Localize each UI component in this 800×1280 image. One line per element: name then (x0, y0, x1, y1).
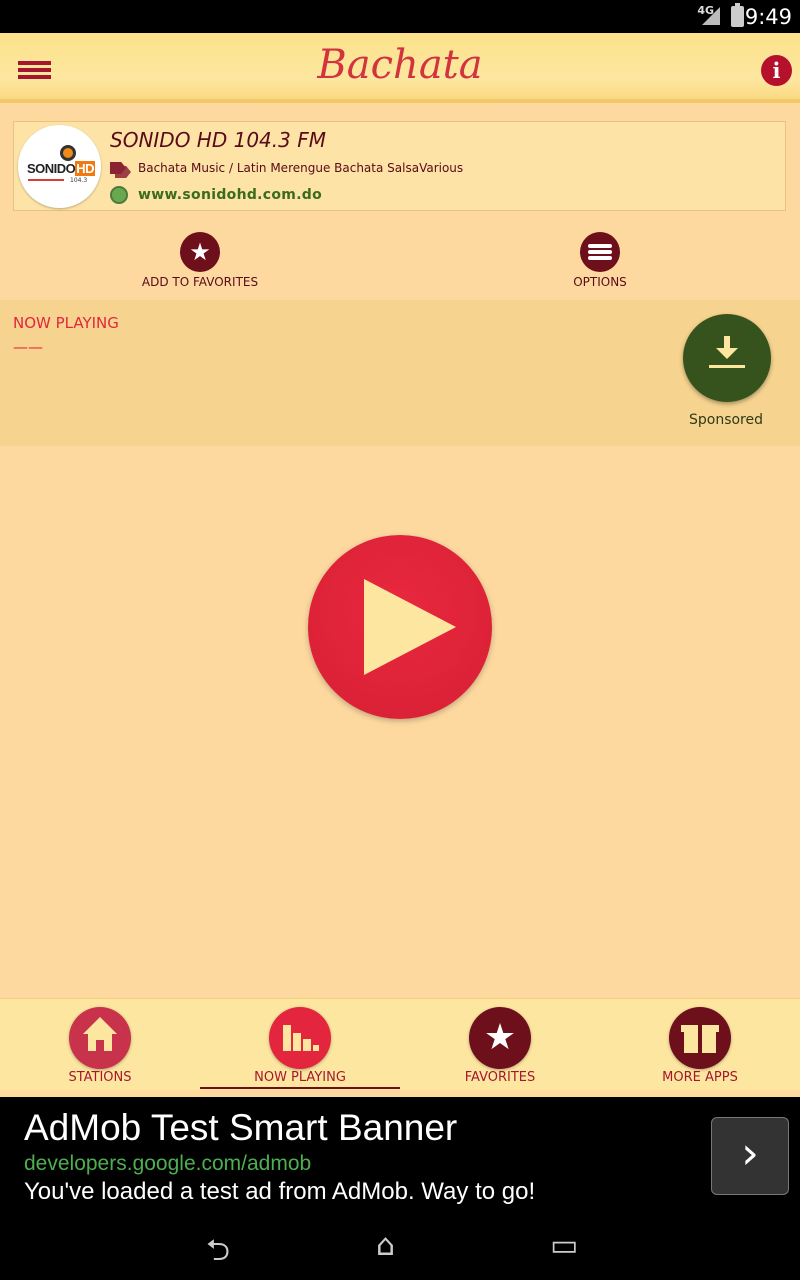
globe-icon (110, 186, 128, 204)
equalizer-icon (269, 1007, 331, 1069)
star-icon: ★ (469, 1007, 531, 1069)
now-playing-track: —— (13, 338, 43, 356)
ad-title: AdMob Test Smart Banner (24, 1107, 458, 1148)
wave-icon (28, 179, 64, 181)
download-icon (716, 336, 738, 360)
add-to-favorites-label: ADD TO FAVORITES (141, 275, 259, 289)
nav-now-playing[interactable]: NOW PLAYING (200, 1007, 400, 1091)
speaker-icon (60, 145, 76, 161)
action-row: ★ ADD TO FAVORITES OPTIONS (0, 222, 800, 300)
chevron-right-icon[interactable]: › (711, 1117, 789, 1195)
nav-favorites[interactable]: ★ FAVORITES (400, 1007, 600, 1091)
player-area (0, 446, 800, 998)
nav-stations-label: STATIONS (68, 1070, 132, 1085)
logo-text: SONIDO (27, 161, 76, 176)
station-card: SONIDOHD 104.3 SONIDO HD 104.3 FM Bachat… (13, 121, 786, 211)
info-icon[interactable]: i (761, 55, 792, 86)
nav-now-playing-label: NOW PLAYING (254, 1070, 346, 1085)
station-logo: SONIDOHD 104.3 (18, 125, 101, 208)
bottom-navigation: STATIONS NOW PLAYING ★ FAVORITES MORE AP… (0, 998, 800, 1090)
now-playing-heading: NOW PLAYING (13, 314, 119, 332)
clock: 9:49 (744, 5, 792, 29)
now-playing-panel: NOW PLAYING —— Sponsored (0, 300, 800, 446)
options-button[interactable]: OPTIONS (500, 232, 700, 289)
ad-url: developers.google.com/admob (24, 1152, 312, 1175)
battery-icon (731, 3, 744, 27)
ad-text: You've loaded a test ad from AdMob. Way … (24, 1178, 536, 1205)
add-to-favorites-button[interactable]: ★ ADD TO FAVORITES (100, 232, 300, 289)
play-button[interactable] (308, 535, 492, 719)
station-website-link[interactable]: www.sonidohd.com.do (138, 187, 322, 203)
home-nav-icon[interactable]: ⌂ (376, 1228, 395, 1263)
signal-icon (702, 7, 720, 25)
system-navigation-bar: ⮌ ⌂ ▭ (0, 1210, 800, 1280)
station-name: SONIDO HD 104.3 FM (110, 128, 326, 152)
ad-banner[interactable]: AdMob Test Smart Banner developers.googl… (0, 1097, 800, 1210)
back-icon[interactable]: ⮌ (206, 1228, 230, 1279)
status-bar: 4G 9:49 (0, 0, 800, 33)
logo-text-hd: HD (75, 161, 96, 176)
gift-icon (669, 1007, 731, 1069)
nav-favorites-label: FAVORITES (464, 1070, 536, 1085)
nav-more-apps-label: MORE APPS (662, 1070, 738, 1085)
nav-more-apps[interactable]: MORE APPS (600, 1007, 800, 1091)
options-label: OPTIONS (573, 275, 627, 289)
active-tab-indicator (200, 1087, 400, 1089)
sponsored-download-button[interactable] (683, 314, 771, 402)
nav-stations[interactable]: STATIONS (0, 1007, 200, 1091)
station-genres: Bachata Music / Latin Merengue Bachata S… (138, 161, 464, 175)
list-icon (580, 232, 620, 272)
recents-icon[interactable]: ▭ (550, 1228, 578, 1263)
app-bar: Bachata i (0, 33, 800, 103)
play-icon (364, 579, 456, 675)
star-icon: ★ (180, 232, 220, 272)
sponsored-label: Sponsored (688, 412, 764, 428)
home-icon (69, 1007, 131, 1069)
app-title: Bachata (317, 42, 483, 88)
logo-frequency: 104.3 (70, 177, 88, 184)
